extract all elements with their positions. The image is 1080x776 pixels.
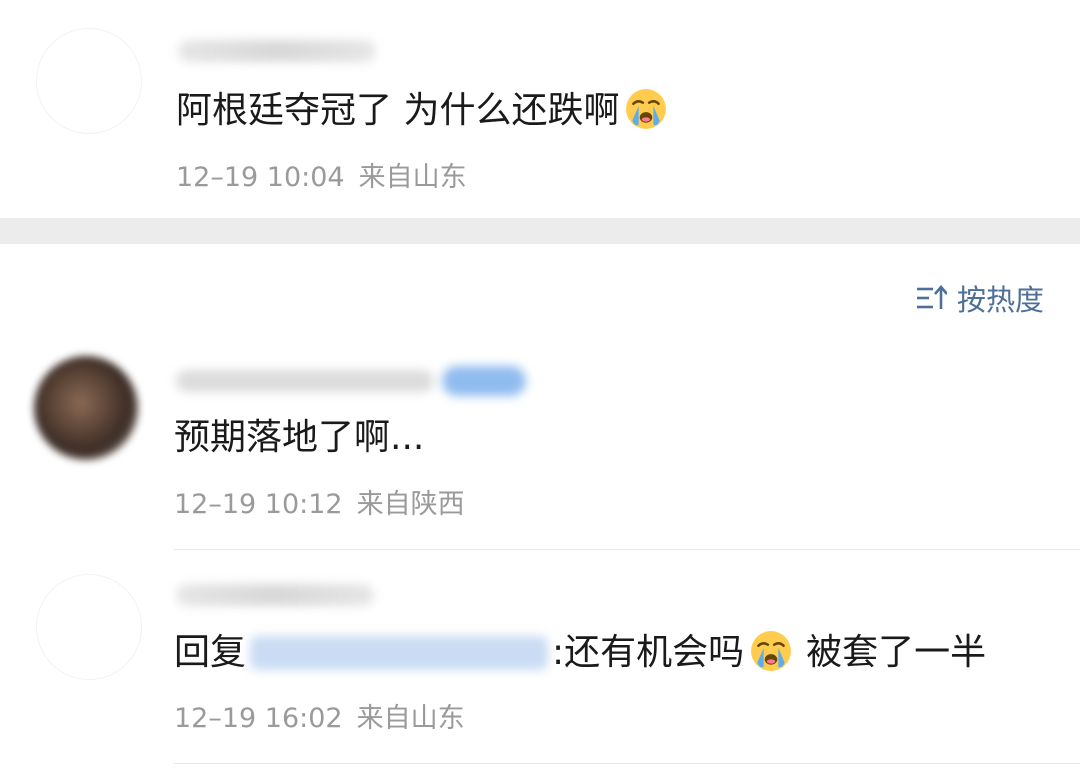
comment-location: 来自山东: [356, 703, 465, 734]
user-badge-blurred: [442, 366, 526, 396]
comment-separator: [174, 549, 1080, 550]
sort-icon: [916, 285, 947, 309]
avatar[interactable]: [34, 356, 138, 460]
crying-face-icon: [751, 631, 792, 671]
original-post: 阿根廷夺冠了 为什么还跌啊 12–19 10:04 来自山东: [0, 0, 1080, 218]
reply-tail: 被套了一半: [806, 632, 987, 673]
comment-separator: [174, 763, 1080, 764]
avatar[interactable]: [36, 574, 142, 680]
reply-prefix: 回复: [174, 632, 247, 673]
comment-meta: 12–19 16:02 来自山东: [174, 703, 465, 735]
section-divider: [0, 218, 1080, 244]
post-location: 来自山东: [358, 162, 467, 193]
crying-face-icon: [626, 89, 667, 129]
comment-time: 12–19 16:02: [174, 703, 343, 734]
comment-location: 来自陕西: [356, 489, 465, 520]
username-blurred[interactable]: [178, 40, 376, 62]
sort-label: 按热度: [956, 283, 1044, 317]
comment-meta: 12–19 10:12 来自陕西: [174, 489, 465, 521]
comment-time: 12–19 10:12: [174, 489, 343, 520]
post-meta: 12–19 10:04 来自山东: [176, 162, 467, 194]
reply-text: 回复 :还有机会吗 被套了一半: [174, 630, 986, 675]
post-text: 阿根廷夺冠了 为什么还跌啊: [176, 88, 667, 133]
avatar[interactable]: [36, 28, 142, 134]
comment-text: 预期落地了啊...: [174, 417, 425, 458]
comments-section: 按热度 预期落地了啊... 12–19 10:12 来自陕西 回复 :还有机会吗 被…: [0, 244, 1080, 776]
post-body: 阿根廷夺冠了 为什么还跌啊: [176, 90, 620, 131]
username-blurred[interactable]: [176, 370, 434, 392]
sort-by-hot-button[interactable]: 按热度: [915, 277, 1044, 319]
mention-link-blurred[interactable]: [250, 636, 549, 670]
reply-body: :还有机会吗: [552, 632, 745, 673]
username-blurred[interactable]: [176, 584, 374, 606]
post-time: 12–19 10:04: [176, 162, 345, 193]
